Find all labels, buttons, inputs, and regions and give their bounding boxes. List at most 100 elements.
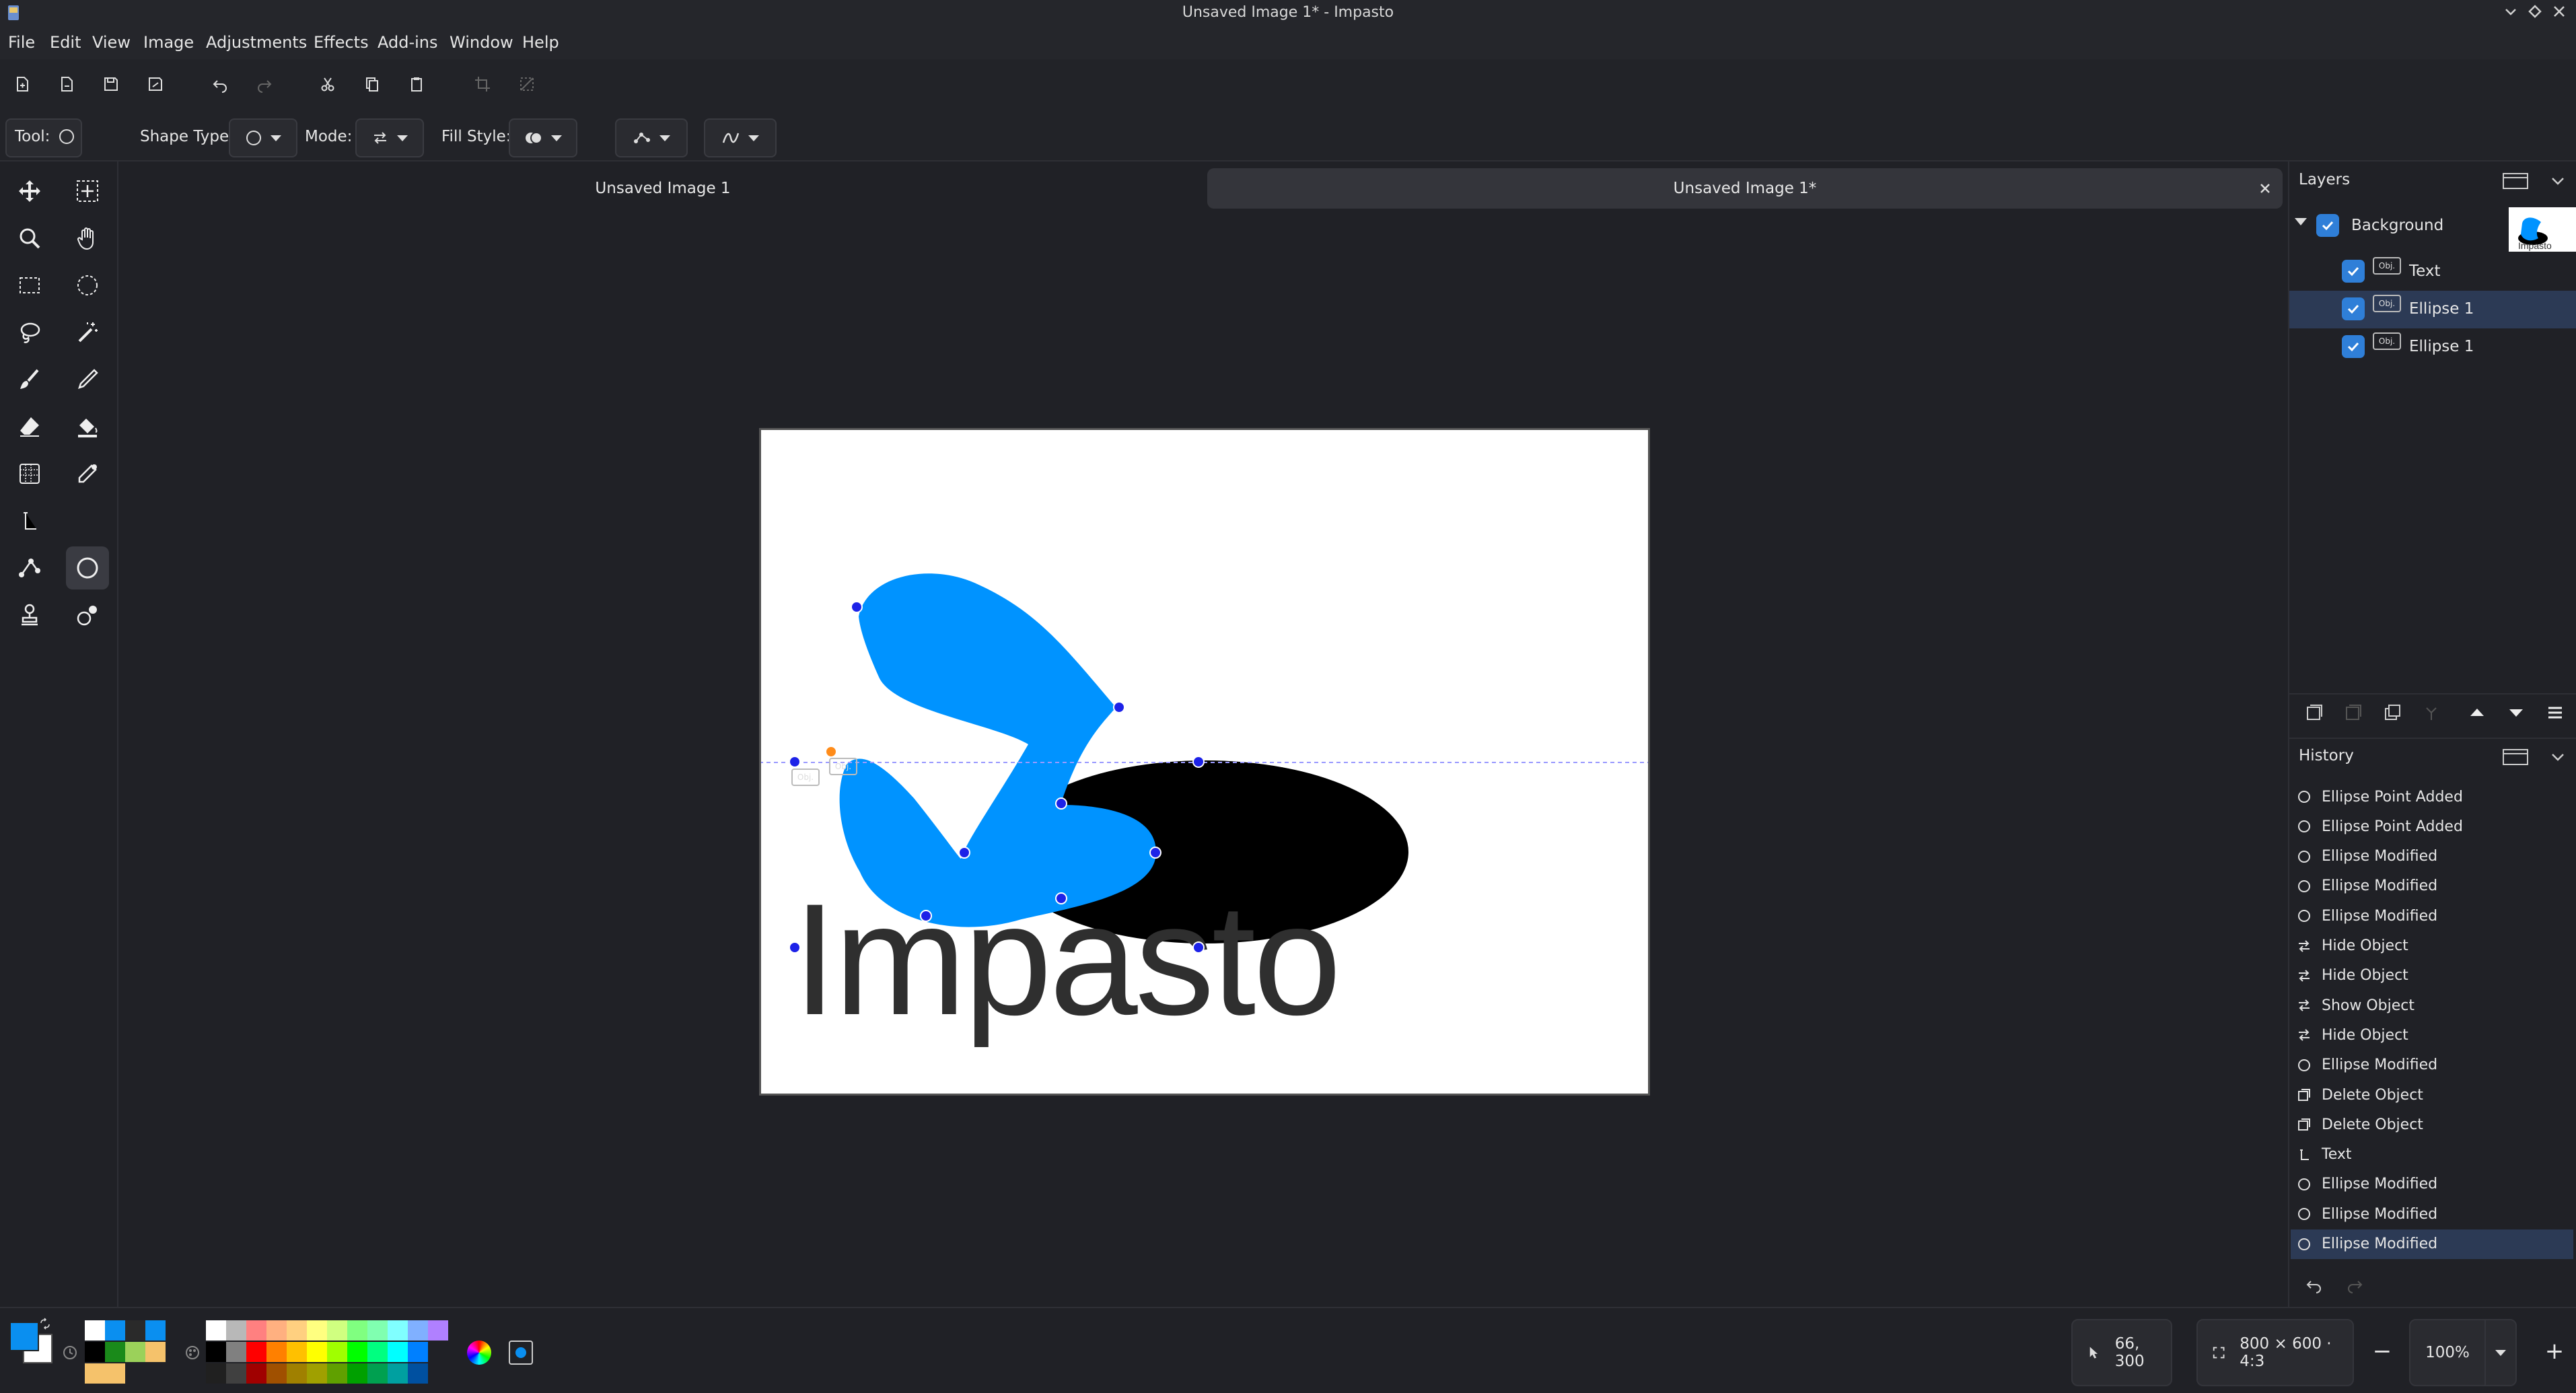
move-selected-icon[interactable]: [8, 170, 51, 213]
bounding-handle[interactable]: [1192, 756, 1205, 768]
fill-style-dropdown[interactable]: [509, 118, 577, 157]
dock-icon[interactable]: [2501, 170, 2530, 192]
maximize-icon[interactable]: [2524, 1, 2546, 24]
history-undo-icon[interactable]: [2304, 1276, 2324, 1296]
history-item[interactable]: Ellipse Modified: [2291, 1199, 2573, 1229]
shape-handle[interactable]: [920, 910, 932, 922]
deselect-icon[interactable]: [510, 67, 544, 101]
curve-type-dropdown[interactable]: [704, 118, 777, 157]
color-swatch[interactable]: [408, 1363, 428, 1384]
chevron-down-icon[interactable]: [2295, 218, 2307, 225]
history-item[interactable]: Delete Object: [2291, 1110, 2573, 1139]
color-swatch[interactable]: [307, 1320, 327, 1341]
tab-unsaved-image-1-modified[interactable]: Unsaved Image 1*: [1207, 168, 2283, 209]
menu-add-ins[interactable]: Add-ins: [378, 26, 438, 59]
move-selection-icon[interactable]: [66, 170, 109, 213]
color-swatch[interactable]: [347, 1320, 367, 1341]
chevron-down-icon[interactable]: [2549, 748, 2567, 766]
eraser-icon[interactable]: [8, 405, 51, 448]
color-swatch[interactable]: [287, 1342, 307, 1362]
menu-adjustments[interactable]: Adjustments: [206, 26, 307, 59]
duplicate-layer-icon[interactable]: [2382, 703, 2402, 723]
history-item[interactable]: Text: [2291, 1140, 2573, 1170]
color-swatch[interactable]: [327, 1363, 347, 1384]
color-swatch[interactable]: [105, 1320, 125, 1341]
color-picker-dialog-icon[interactable]: [509, 1341, 533, 1365]
paste-icon[interactable]: [400, 67, 433, 101]
shape-handle[interactable]: [851, 601, 863, 613]
menu-image[interactable]: Image: [143, 26, 194, 59]
layer-visibility-checkbox[interactable]: [2342, 335, 2365, 358]
shape-type-dropdown[interactable]: [229, 118, 297, 157]
pencil-icon[interactable]: [66, 358, 109, 401]
layer-ellipse-selected[interactable]: Obj. Ellipse 1: [2289, 291, 2576, 328]
history-item[interactable]: Ellipse Modified: [2291, 1050, 2573, 1080]
shape-handle[interactable]: [1055, 892, 1067, 904]
open-icon[interactable]: [50, 67, 83, 101]
history-item[interactable]: Ellipse Point Added: [2291, 812, 2573, 841]
history-item[interactable]: Ellipse Modified: [2291, 871, 2573, 901]
color-swatch[interactable]: [408, 1320, 428, 1341]
color-swatch[interactable]: [287, 1320, 307, 1341]
history-item[interactable]: Ellipse Modified: [2291, 1229, 2573, 1259]
shape-handle[interactable]: [1055, 797, 1067, 810]
history-item[interactable]: Ellipse Point Added: [2291, 782, 2573, 812]
color-swatch[interactable]: [206, 1342, 226, 1362]
color-swatch[interactable]: [85, 1342, 105, 1362]
swap-colors-icon[interactable]: [39, 1318, 51, 1330]
layer-visibility-checkbox[interactable]: [2342, 260, 2365, 283]
text-tool-icon[interactable]: [8, 499, 51, 542]
save-as-icon[interactable]: [139, 67, 172, 101]
rectangle-select-icon[interactable]: [8, 264, 51, 307]
history-item[interactable]: Ellipse Modified: [2291, 901, 2573, 931]
color-swatch[interactable]: [206, 1363, 226, 1384]
add-layer-icon[interactable]: [2304, 703, 2324, 723]
bounding-handle[interactable]: [789, 941, 801, 954]
color-swatch[interactable]: [367, 1320, 388, 1341]
mode-dropdown[interactable]: [355, 118, 424, 157]
color-swatch[interactable]: [246, 1363, 266, 1384]
history-item[interactable]: Show Object: [2291, 991, 2573, 1020]
merge-layer-icon[interactable]: [2421, 703, 2441, 723]
color-swatch[interactable]: [266, 1320, 287, 1341]
layer-visibility-checkbox[interactable]: [2342, 297, 2365, 320]
shape-handle[interactable]: [1113, 701, 1125, 713]
origin-handle[interactable]: [825, 746, 837, 758]
color-swatch[interactable]: [226, 1320, 246, 1341]
color-swatch[interactable]: [226, 1363, 246, 1384]
color-swatch[interactable]: [246, 1342, 266, 1362]
lasso-select-icon[interactable]: [8, 311, 51, 354]
menu-file[interactable]: File: [8, 26, 35, 59]
color-swatch[interactable]: [327, 1342, 347, 1362]
gradient-icon[interactable]: [8, 452, 51, 495]
color-swatch[interactable]: [246, 1320, 266, 1341]
color-swatch[interactable]: [347, 1342, 367, 1362]
bounding-handle[interactable]: [1192, 941, 1205, 954]
color-picker-icon[interactable]: [66, 452, 109, 495]
color-swatch[interactable]: [105, 1363, 125, 1384]
color-swatch[interactable]: [307, 1363, 327, 1384]
history-item[interactable]: Hide Object: [2291, 961, 2573, 991]
dock-icon[interactable]: [2501, 746, 2530, 769]
color-swatch[interactable]: [105, 1342, 125, 1362]
color-swatch[interactable]: [125, 1342, 145, 1362]
color-wheel-icon[interactable]: [467, 1341, 491, 1365]
color-swatch[interactable]: [145, 1320, 166, 1341]
move-layer-down-icon[interactable]: [2506, 703, 2526, 723]
color-swatch[interactable]: [266, 1342, 287, 1362]
menu-effects[interactable]: Effects: [314, 26, 369, 59]
recolor-icon[interactable]: [66, 594, 109, 637]
line-curve-icon[interactable]: [8, 546, 51, 590]
layer-background[interactable]: Background Impasto: [2289, 207, 2576, 252]
layer-ellipse[interactable]: Obj. Ellipse 1: [2289, 328, 2576, 366]
minimize-icon[interactable]: [2499, 1, 2522, 24]
chevron-down-icon[interactable]: [2549, 172, 2567, 190]
menu-view[interactable]: View: [92, 26, 131, 59]
zoom-dropdown[interactable]: 100%: [2409, 1319, 2517, 1386]
palette-icon[interactable]: [184, 1345, 201, 1361]
paint-bucket-icon[interactable]: [66, 405, 109, 448]
redo-icon[interactable]: [248, 67, 281, 101]
zoom-in-button[interactable]: +: [2541, 1338, 2568, 1365]
color-swatch[interactable]: [206, 1320, 226, 1341]
menu-help[interactable]: Help: [522, 26, 559, 59]
